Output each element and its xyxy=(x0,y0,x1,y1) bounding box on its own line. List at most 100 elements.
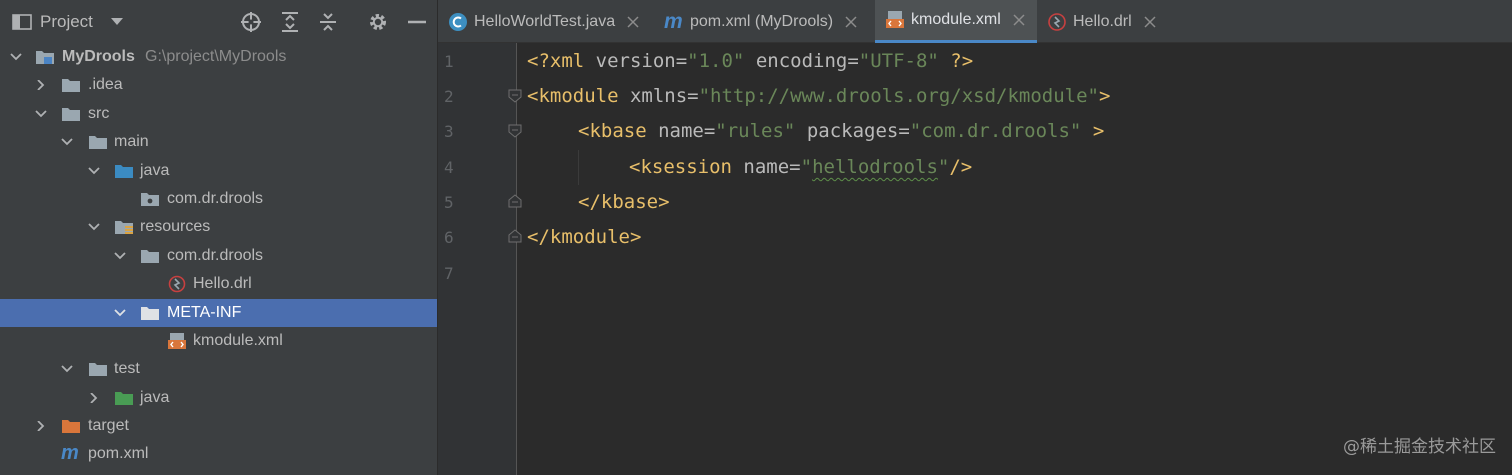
tree-item-target[interactable]: target xyxy=(0,412,437,440)
attr-name: version xyxy=(595,50,676,72)
punctuation: = xyxy=(847,50,859,72)
tree-item-label: META-INF xyxy=(167,303,242,321)
tree-item-idea[interactable]: .idea xyxy=(0,71,437,99)
line-number: 7 xyxy=(444,264,454,283)
attr-name: xmlns xyxy=(629,85,688,107)
attr-name: encoding xyxy=(744,50,848,72)
xml-declaration: <?xml xyxy=(527,50,596,72)
hide-panel-button[interactable] xyxy=(405,10,429,34)
attr-value: "UTF-8" xyxy=(858,50,939,72)
tree-item-label: kmodule.xml xyxy=(193,331,283,349)
chevron-down-icon xyxy=(110,18,123,25)
expand-all-icon xyxy=(282,12,298,32)
resources-folder-icon xyxy=(115,221,133,235)
tab-helloworldtest-java[interactable]: HelloWorldTest.java xyxy=(448,0,680,43)
collapse-all-icon xyxy=(320,13,336,31)
project-panel-title: Project xyxy=(40,12,93,31)
line-number: 5 xyxy=(444,193,454,212)
folder-icon xyxy=(141,306,159,320)
fold-marker-icon[interactable] xyxy=(508,124,522,138)
close-icon[interactable] xyxy=(1013,14,1025,26)
chevron-down-icon xyxy=(88,223,100,231)
tree-item-label: pom.xml xyxy=(88,445,149,463)
settings-button[interactable] xyxy=(366,10,390,34)
chevron-down-icon xyxy=(114,252,126,260)
code-line-3: <kbase name="rules" packages="com.dr.dro… xyxy=(578,114,1104,149)
code-line-5: </kbase> xyxy=(578,185,670,220)
attr-value-spellcheck: hellodrools xyxy=(812,156,938,178)
tree-item-label: MyDrools xyxy=(62,48,135,65)
editor-tab-bar: HelloWorldTest.java m pom.xml (MyDrools)… xyxy=(438,0,1512,43)
tree-item-java-test[interactable]: java xyxy=(0,384,437,412)
folder-icon xyxy=(89,136,107,150)
xml-file-icon xyxy=(168,332,186,349)
project-tool-window: Project MyDrools G:\project\MyDrools .id… xyxy=(0,0,437,475)
expand-all-button[interactable] xyxy=(278,10,302,34)
close-icon[interactable] xyxy=(845,15,857,28)
package-icon xyxy=(141,192,159,206)
chevron-down-icon xyxy=(88,166,100,174)
tree-item-main[interactable]: main xyxy=(0,128,437,156)
chevron-down-icon xyxy=(61,365,73,373)
fold-end-marker-icon[interactable] xyxy=(508,194,522,208)
tab-label: HelloWorldTest.java xyxy=(474,12,616,30)
chevron-down-icon xyxy=(114,308,126,316)
line-number: 2 xyxy=(444,87,454,106)
close-icon[interactable] xyxy=(627,15,639,28)
tree-item-kmodule-xml[interactable]: kmodule.xml xyxy=(0,327,437,355)
tree-item-meta-inf[interactable]: META-INF xyxy=(0,298,437,327)
folder-icon xyxy=(141,249,159,263)
tree-item-label: java xyxy=(140,161,170,179)
tree-item-label: com.dr.drools xyxy=(167,246,264,264)
project-view-selector[interactable]: Project xyxy=(12,9,123,35)
attr-name: packages xyxy=(795,120,899,142)
test-folder-icon xyxy=(115,391,133,405)
drools-file-icon xyxy=(1048,12,1066,31)
chevron-right-icon xyxy=(37,421,45,432)
tree-item-mydrools[interactable]: MyDrools G:\project\MyDrools xyxy=(0,43,437,71)
tree-item-test[interactable]: test xyxy=(0,355,437,383)
line-number: 4 xyxy=(444,158,454,177)
project-window-icon xyxy=(12,14,32,30)
attr-name: name xyxy=(658,120,704,142)
tree-item-label: .idea xyxy=(88,76,123,94)
chevron-down-icon xyxy=(61,138,73,146)
tab-label: Hello.drl xyxy=(1073,12,1132,30)
tab-kmodule-xml[interactable]: kmodule.xml xyxy=(875,0,1037,43)
punctuation: = xyxy=(898,120,910,142)
tag-close: > xyxy=(1081,120,1105,142)
tab-pom-xml[interactable]: m pom.xml (MyDrools) xyxy=(664,0,874,43)
module-folder-icon xyxy=(36,51,54,64)
tab-hello-drl[interactable]: Hello.drl xyxy=(1047,0,1167,43)
tree-item-src[interactable]: src xyxy=(0,100,437,128)
fold-end-marker-icon[interactable] xyxy=(508,229,522,243)
xml-declaration-end: ?> xyxy=(938,50,974,72)
tree-item-package-resources[interactable]: com.dr.drools xyxy=(0,242,437,270)
minimize-icon xyxy=(408,20,426,24)
collapse-all-button[interactable] xyxy=(316,10,340,34)
close-icon[interactable] xyxy=(1144,15,1156,28)
code-line-6: </kmodule> xyxy=(527,220,641,255)
tree-item-pom-xml[interactable]: m pom.xml xyxy=(0,440,437,468)
fold-marker-icon[interactable] xyxy=(508,89,522,103)
tag-close: > xyxy=(1098,85,1111,107)
attr-name: name xyxy=(743,156,790,178)
code-editor[interactable]: 1 2 3 4 5 6 7 <?xml version="1.0" encodi… xyxy=(438,43,1512,475)
punctuation: = xyxy=(789,156,801,178)
gutter-divider xyxy=(516,43,517,475)
indent-guide xyxy=(578,150,579,185)
tree-item-hello-drl[interactable]: Hello.drl xyxy=(0,270,437,298)
java-class-icon xyxy=(449,12,467,31)
attr-value: "com.dr.drools" xyxy=(909,120,1082,142)
line-number: 1 xyxy=(444,52,454,71)
tab-label: kmodule.xml xyxy=(911,11,1001,28)
xml-file-icon xyxy=(886,11,904,28)
tag-self-close: /> xyxy=(949,156,973,178)
locate-file-button[interactable] xyxy=(239,10,263,34)
tree-item-resources[interactable]: resources xyxy=(0,213,437,241)
tag-open: <ksession xyxy=(629,156,744,178)
tree-item-package-main[interactable]: com.dr.drools xyxy=(0,185,437,213)
code-line-4: <ksession name="hellodrools"/> xyxy=(629,150,972,185)
tree-item-java-main[interactable]: java xyxy=(0,157,437,185)
project-panel-header: Project xyxy=(0,0,437,43)
